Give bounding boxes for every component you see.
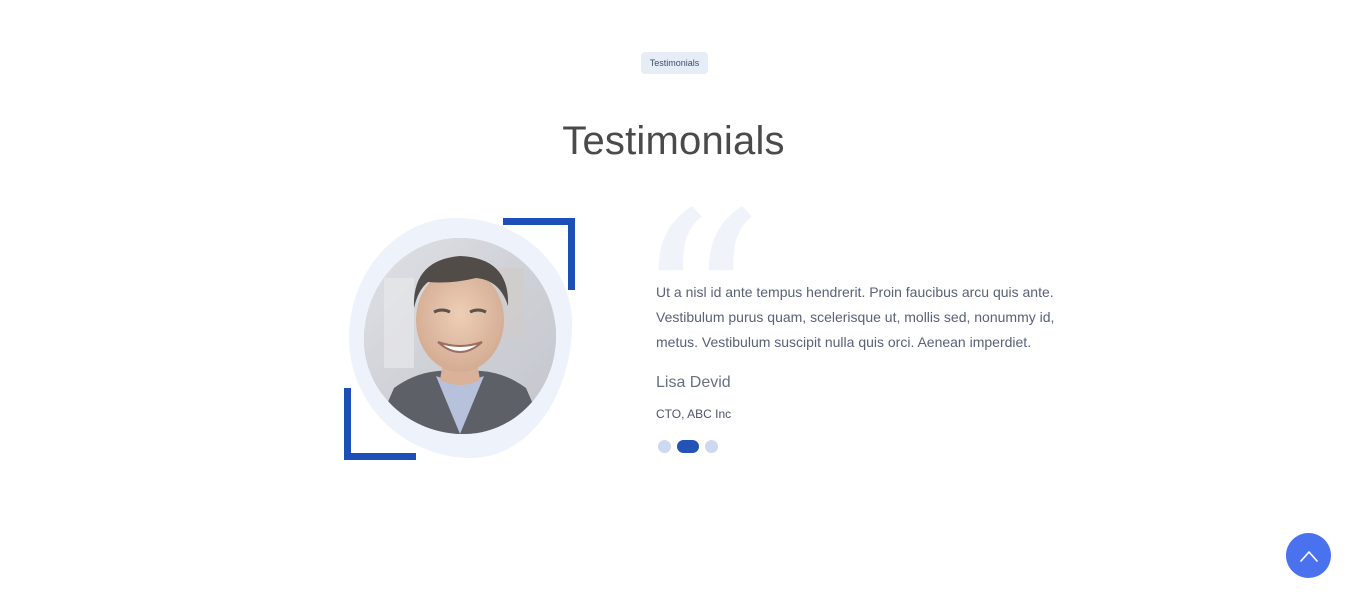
carousel-dot-2[interactable] (677, 440, 699, 453)
corner-bracket-bottom-left-horizontal (344, 453, 416, 460)
chevron-up-icon (1299, 550, 1318, 562)
author-role: CTO, ABC Inc (656, 407, 732, 421)
corner-bracket-top-right-vertical (568, 218, 575, 290)
corner-bracket-bottom-left (344, 388, 351, 460)
scroll-to-top-button[interactable] (1286, 533, 1331, 578)
testimonial-quote: Ut a nisl id ante tempus hendrerit. Proi… (656, 284, 1055, 350)
carousel-dot-1[interactable] (658, 440, 671, 453)
testimonials-section: Testimonials Testimonials “ Ut a nisl id… (0, 0, 1347, 595)
author-photo (364, 238, 556, 434)
carousel-dot-3[interactable] (705, 440, 718, 453)
section-badge: Testimonials (641, 52, 708, 74)
section-title: Testimonials (562, 119, 785, 164)
carousel-pagination (658, 440, 718, 453)
author-name: Lisa Devid (656, 374, 731, 391)
corner-bracket-top-right (503, 218, 575, 225)
